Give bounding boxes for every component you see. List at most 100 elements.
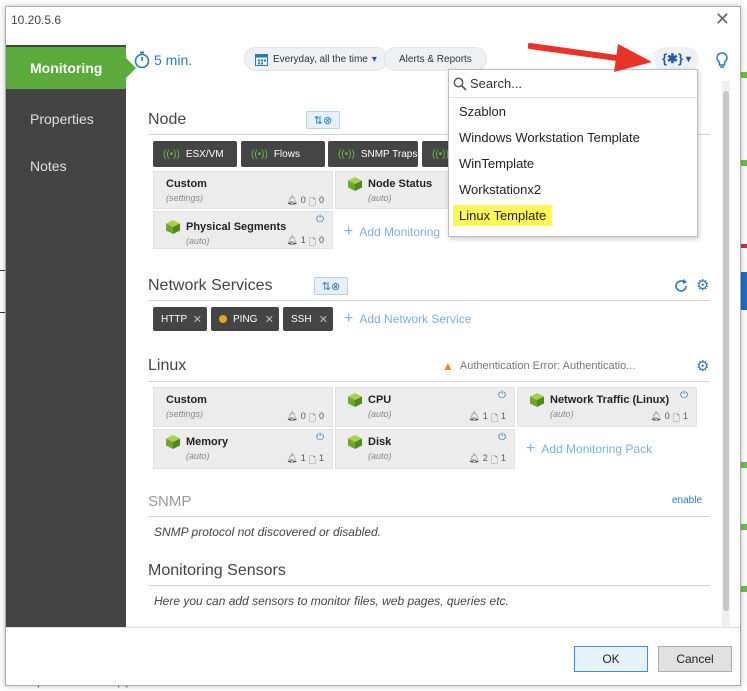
linux-tile-network-traffic[interactable]: Network Traffic (Linux) (auto) ⏻ 🔔︎ 0 🗋 1 — [517, 387, 697, 427]
node-tile-physical-segments[interactable]: Physical Segments (auto) ⏻ 🔔︎ 1 🗋 0 — [153, 211, 333, 249]
refresh-icon[interactable] — [674, 279, 688, 293]
polling-interval[interactable]: 5 min. — [134, 51, 192, 69]
doc-count: 1 — [500, 411, 506, 421]
template-option-highlighted[interactable]: Linux Template — [449, 202, 697, 228]
bell-count: 1 — [300, 235, 306, 245]
section-divider — [148, 585, 710, 586]
node-tile-custom[interactable]: Custom (settings) 🔔︎ 0 🗋 0 — [153, 171, 333, 209]
tag-label: PING — [233, 313, 258, 325]
background-status-mark — [741, 272, 747, 310]
warning-text: Authentication Error: Authenticatio... — [459, 360, 636, 372]
doc-icon: 🗋 — [490, 413, 498, 423]
signal-icon: ((•)) — [338, 148, 355, 160]
ok-button[interactable]: OK — [574, 646, 648, 672]
node-tag-flows[interactable]: ((•)) Flows — [241, 141, 325, 167]
remove-icon[interactable]: ✕ — [319, 313, 328, 326]
template-option[interactable]: Windows Workstation Template — [449, 124, 697, 150]
doc-count: 1 — [500, 453, 506, 463]
sensors-note: Here you can add sensors to monitor file… — [154, 594, 509, 608]
doc-icon: 🗋 — [308, 197, 316, 207]
sidebar: Monitoring Properties Notes — [6, 45, 136, 633]
sidebar-item-properties[interactable]: Properties — [6, 95, 126, 142]
alerts-reports-button[interactable]: Alerts & Reports — [384, 47, 487, 71]
tile-counts: 🔔︎ 1 🗋 0 — [286, 235, 324, 251]
linux-tile-memory[interactable]: Memory (auto) ⏻ 🔔︎ 1 🗋 1 — [153, 429, 333, 469]
bell-icon: 🔔︎ — [286, 453, 298, 463]
snmp-note: SNMP protocol not discovered or disabled… — [154, 525, 382, 539]
template-option[interactable]: WinTemplate — [449, 150, 697, 176]
power-icon[interactable]: ⏻ — [680, 390, 688, 401]
node-tag-esxvm[interactable]: ((•)) ESX/VM — [153, 141, 237, 167]
tile-sub: (auto) — [368, 193, 392, 203]
remove-icon[interactable]: ✕ — [265, 313, 274, 326]
doc-count: 1 — [318, 453, 324, 463]
bell-icon: 🔔︎ — [286, 195, 298, 205]
tile-name: Physical Segments — [186, 221, 287, 233]
close-icon[interactable]: ✕ — [715, 10, 730, 28]
doc-count: 0 — [318, 195, 324, 205]
gear-icon[interactable]: ⚙ — [696, 357, 709, 375]
node-tile-node-status[interactable]: Node Status (auto) — [335, 171, 455, 209]
power-icon[interactable]: ⏻ — [498, 390, 506, 401]
doc-icon: 🗋 — [308, 455, 316, 465]
signal-icon: ((•)) — [251, 148, 268, 160]
cancel-button[interactable]: Cancel — [658, 646, 732, 672]
template-dropdown: Search... Szablon Windows Workstation Te… — [448, 69, 698, 237]
tile-name: Network Traffic (Linux) — [550, 394, 670, 406]
add-monitoring-link[interactable]: + Add Monitoring — [344, 223, 440, 241]
tile-counts: 🔔︎ 1 🗋 1 — [468, 411, 506, 427]
remove-icon[interactable]: ✕ — [193, 313, 202, 326]
stopwatch-icon — [134, 51, 150, 69]
template-option-label: Linux Template — [453, 204, 553, 226]
add-network-service-link[interactable]: + Add Network Service — [344, 310, 471, 328]
bell-count: 0 — [664, 411, 670, 421]
template-option[interactable]: Szablon — [449, 98, 697, 124]
tile-sub: (auto) — [368, 451, 392, 461]
service-tag-http[interactable]: HTTP ✕ — [153, 307, 207, 331]
section-divider — [148, 300, 710, 301]
background-status-mark — [741, 586, 747, 592]
linux-tile-cpu[interactable]: CPU (auto) ⏻ 🔔︎ 1 🗋 1 — [335, 387, 515, 427]
bell-icon: 🔔︎ — [286, 411, 298, 421]
background-status-mark — [741, 244, 747, 248]
snmp-enable-link[interactable]: enable — [672, 495, 702, 506]
template-search-input[interactable]: Search... — [449, 70, 697, 98]
scrollbar-thumb[interactable] — [723, 91, 729, 611]
sidebar-item-monitoring[interactable]: Monitoring — [6, 47, 136, 89]
add-label: Add Monitoring — [359, 225, 441, 239]
power-icon[interactable]: ⏻ — [498, 432, 506, 443]
bell-count: 1 — [300, 453, 306, 463]
add-monitoring-pack-link[interactable]: + Add Monitoring Pack — [526, 440, 652, 458]
service-tag-ssh[interactable]: SSH ✕ — [283, 307, 333, 331]
tag-label: Flows — [273, 148, 300, 160]
linux-tile-custom[interactable]: Custom (settings) 🔔︎ 0 🗋 0 — [153, 387, 333, 427]
tile-name: Memory — [186, 436, 229, 448]
gear-icon[interactable]: ⚙ — [696, 276, 709, 294]
hide-alerts-icon[interactable]: ⇅⊗ — [306, 111, 340, 129]
braces-gear-icon: {✱} — [662, 51, 684, 66]
service-tag-ping[interactable]: PING ✕ — [211, 307, 279, 331]
bell-icon: 🔔︎ — [650, 411, 662, 421]
signal-icon: ((•)) — [432, 148, 449, 160]
tile-name: Node Status — [368, 178, 433, 190]
add-label: Add Monitoring Pack — [541, 442, 653, 456]
auth-warning[interactable]: ▲ Authentication Error: Authenticatio... — [442, 359, 635, 373]
schedule-dropdown[interactable]: Everyday, all the time ▾ — [244, 47, 388, 71]
sidebar-item-notes[interactable]: Notes — [6, 142, 126, 189]
power-icon[interactable]: ⏻ — [316, 432, 324, 443]
template-option[interactable]: Workstationx2 — [449, 176, 697, 202]
tile-name: CPU — [368, 394, 392, 406]
tile-sub: (auto) — [368, 409, 392, 419]
section-divider — [148, 381, 710, 382]
bell-count: 1 — [482, 411, 488, 421]
power-icon[interactable]: ⏻ — [316, 214, 324, 225]
background-status-mark — [741, 160, 747, 166]
template-gear-button[interactable]: {✱} ▾ — [654, 47, 700, 71]
signal-icon: ((•)) — [163, 148, 180, 160]
node-tag-snmp-traps[interactable]: ((•)) SNMP Traps — [328, 141, 418, 167]
hide-alerts-icon[interactable]: ⇅⊗ — [314, 277, 348, 295]
bell-icon: 🔔︎ — [286, 235, 298, 245]
lightbulb-icon[interactable] — [716, 52, 728, 70]
schedule-label: Everyday, all the time — [273, 53, 368, 65]
linux-tile-disk[interactable]: Disk (auto) ⏻ 🔔︎ 2 🗋 1 — [335, 429, 515, 469]
